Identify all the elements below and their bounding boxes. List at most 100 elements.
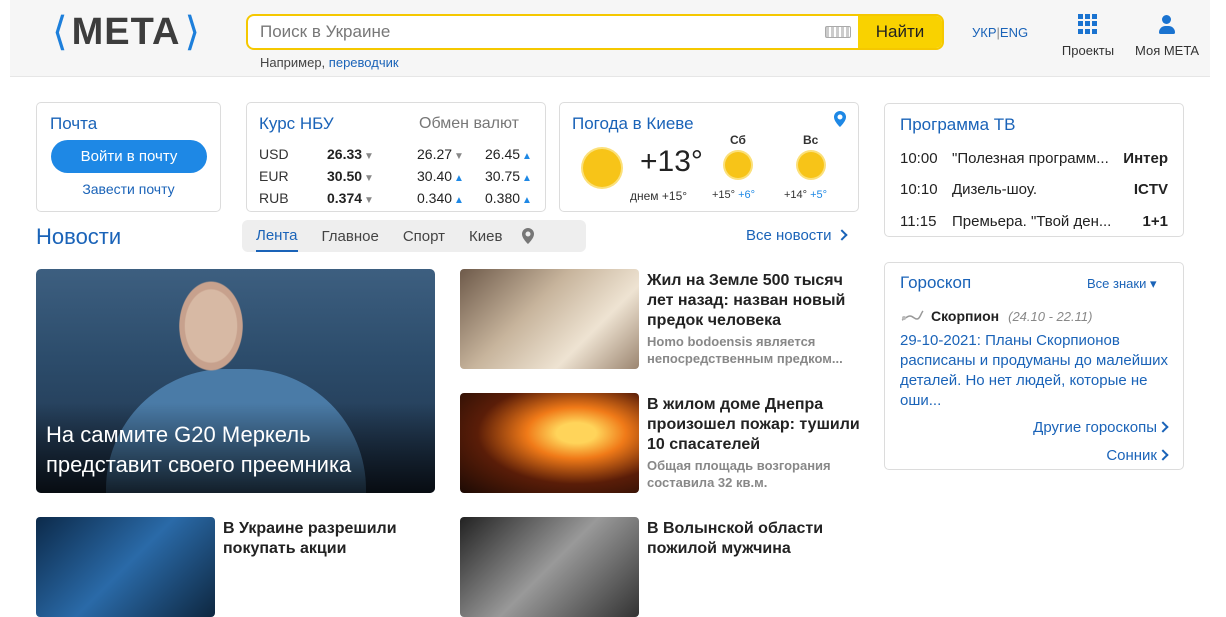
news-headline: В Волынской области пожилой мужчина — [647, 520, 824, 557]
user-icon — [1157, 14, 1177, 34]
search-bar: Найти — [246, 14, 944, 50]
buy-rate: 26.27 ▼ — [417, 143, 485, 165]
other-horoscopes-label: Другие гороскопы — [1033, 419, 1157, 436]
dream-book-link[interactable]: Сонник — [1106, 447, 1169, 464]
exchange-title[interactable]: Обмен валют — [419, 115, 519, 133]
weather-title[interactable]: Погода в Киеве — [572, 114, 694, 134]
sun-icon — [725, 152, 751, 178]
news-title[interactable]: Новости — [36, 224, 121, 250]
location-pin-icon[interactable] — [834, 111, 846, 127]
tv-channel: ICTV — [1133, 181, 1168, 198]
lang-ukr[interactable]: УКР — [972, 25, 997, 40]
trend-up-icon: ▲ — [454, 195, 464, 206]
tab-main[interactable]: Главное — [322, 220, 379, 252]
news-summary: Homo bodoensis является непосредственным… — [647, 334, 843, 366]
mail-title[interactable]: Почта — [50, 114, 97, 134]
language-switch: УКР|ENG — [972, 25, 1028, 40]
rates-table: USD 26.33 ▼ 26.27 ▼ 26.45 ▲ EUR 30.50 ▼ 30.4… — [259, 143, 543, 209]
nbu-rate: 26.33 ▼ — [327, 143, 417, 165]
sell-rate: 30.75 ▲ — [485, 165, 543, 187]
location-pin-icon[interactable] — [522, 228, 535, 244]
news-thumbnail[interactable] — [460, 517, 639, 617]
forecast-night-temp: +5° — [810, 189, 828, 201]
news-thumbnail[interactable] — [460, 393, 639, 493]
logo-bracket-right: ⟩ — [184, 10, 201, 54]
projects-button[interactable]: Проекты — [1056, 14, 1120, 58]
tv-row[interactable]: 11:15 Премьера. "Твой ден... 1+1 — [900, 213, 1168, 230]
sell-value: 0.380 — [485, 190, 521, 206]
forecast-day-temp: +15° — [712, 189, 736, 201]
news-headline: В жилом доме Днепра произошел пожар: туш… — [647, 396, 860, 453]
search-hint-link[interactable]: переводчик — [329, 55, 399, 70]
weather-widget: Погода в Киеве +13° днем +15° Сб +15° +6… — [559, 102, 859, 212]
news-thumbnail[interactable] — [460, 269, 639, 369]
sun-icon — [583, 149, 621, 187]
logo-bracket-left: ⟨ — [52, 10, 68, 54]
all-news-link[interactable]: Все новости — [746, 227, 848, 244]
all-news-label: Все новости — [746, 227, 832, 244]
forecast-day-name: Вс — [803, 133, 819, 147]
news-item[interactable]: В жилом доме Днепра произошел пожар: туш… — [647, 395, 867, 491]
horoscope-title[interactable]: Гороскоп — [900, 273, 971, 293]
mail-signup-link[interactable]: Завести почту — [37, 181, 220, 197]
keyboard-icon[interactable] — [818, 16, 858, 48]
sell-value: 26.45 — [485, 146, 521, 162]
all-signs-dropdown[interactable]: Все знаки ▾ — [1087, 276, 1156, 292]
tv-title[interactable]: Программа ТВ — [900, 115, 1016, 135]
buy-value: 0.340 — [417, 190, 453, 206]
trend-up-icon: ▲ — [522, 195, 532, 206]
trend-up-icon: ▲ — [522, 173, 532, 184]
news-headline[interactable]: В Украине разрешили покупать акции — [223, 519, 423, 559]
tv-time: 10:10 — [900, 181, 938, 198]
nbu-value: 0.374 — [327, 190, 363, 206]
trend-down-icon: ▼ — [364, 151, 374, 162]
forecast-night-temp: +6° — [738, 189, 756, 201]
hero-news-card[interactable]: На саммите G20 Меркель представит своего… — [36, 269, 435, 493]
current-temperature: +13° — [640, 145, 703, 178]
logo-text: META — [71, 11, 181, 53]
tv-row[interactable]: 10:10 Дизель-шоу. ICTV — [900, 181, 1168, 198]
nbu-rate: 30.50 ▼ — [327, 165, 417, 187]
sell-rate: 26.45 ▲ — [485, 143, 543, 165]
news-item[interactable]: В Волынской области пожилой мужчина — [647, 519, 867, 559]
mail-widget: Почта Войти в почту Завести почту — [36, 102, 221, 212]
other-horoscopes-link[interactable]: Другие гороскопы — [1033, 419, 1169, 436]
currency-code: RUB — [259, 190, 289, 206]
tab-sport[interactable]: Спорт — [403, 220, 445, 252]
news-item[interactable]: Жил на Земле 500 тысяч лет назад: назван… — [647, 271, 867, 367]
search-button[interactable]: Найти — [858, 16, 942, 48]
sun-icon — [798, 152, 824, 178]
news-thumbnail[interactable] — [36, 517, 215, 617]
meta-logo[interactable]: ⟨ META ⟩ — [52, 10, 200, 54]
nbu-rate-title[interactable]: Курс НБУ — [259, 114, 334, 134]
rate-row: EUR 30.50 ▼ 30.40 ▲ 30.75 ▲ — [259, 165, 543, 187]
my-meta-label: Моя META — [1134, 43, 1199, 58]
tab-kyiv[interactable]: Киев — [469, 220, 502, 252]
rate-row: USD 26.33 ▼ 26.27 ▼ 26.45 ▲ — [259, 143, 543, 165]
trend-up-icon: ▲ — [454, 173, 464, 184]
tv-widget: Программа ТВ 10:00 "Полезная программ...… — [884, 103, 1184, 237]
grid-icon — [1078, 14, 1098, 34]
tv-time: 11:15 — [900, 213, 937, 230]
search-input[interactable] — [248, 16, 818, 48]
forecast-day-name: Сб — [730, 133, 746, 147]
trend-up-icon: ▲ — [522, 151, 532, 162]
forecast-temps: +14° +5° — [784, 189, 827, 201]
my-meta-button[interactable]: Моя META — [1130, 14, 1204, 58]
lang-eng[interactable]: ENG — [1000, 25, 1028, 40]
tv-show: Дизель-шоу. — [952, 181, 1038, 198]
horoscope-text[interactable]: 29-10-2021: Планы Скорпионов расписаны и… — [900, 331, 1170, 411]
news-summary: Общая площадь возгорания составила 32 кв… — [647, 458, 831, 490]
tv-show: Премьера. "Твой ден... — [952, 213, 1112, 230]
mail-login-button[interactable]: Войти в почту — [51, 140, 207, 173]
news-tabs: Лента Главное Спорт Киев — [242, 220, 586, 252]
tv-show: "Полезная программ... — [952, 150, 1109, 167]
sign-name: Скорпион — [931, 308, 1000, 324]
currency-code: USD — [259, 146, 289, 162]
hero-caption: На саммите G20 Меркель представит своего… — [46, 422, 352, 477]
tv-row[interactable]: 10:00 "Полезная программ... Интер — [900, 150, 1168, 167]
chevron-right-icon — [1157, 449, 1169, 461]
rates-widget: Курс НБУ Обмен валют USD 26.33 ▼ 26.27 ▼ 2… — [246, 102, 546, 212]
tab-feed[interactable]: Лента — [256, 220, 298, 252]
horoscope-sign: Скорпион (24.10 - 22.11) — [900, 308, 1092, 324]
